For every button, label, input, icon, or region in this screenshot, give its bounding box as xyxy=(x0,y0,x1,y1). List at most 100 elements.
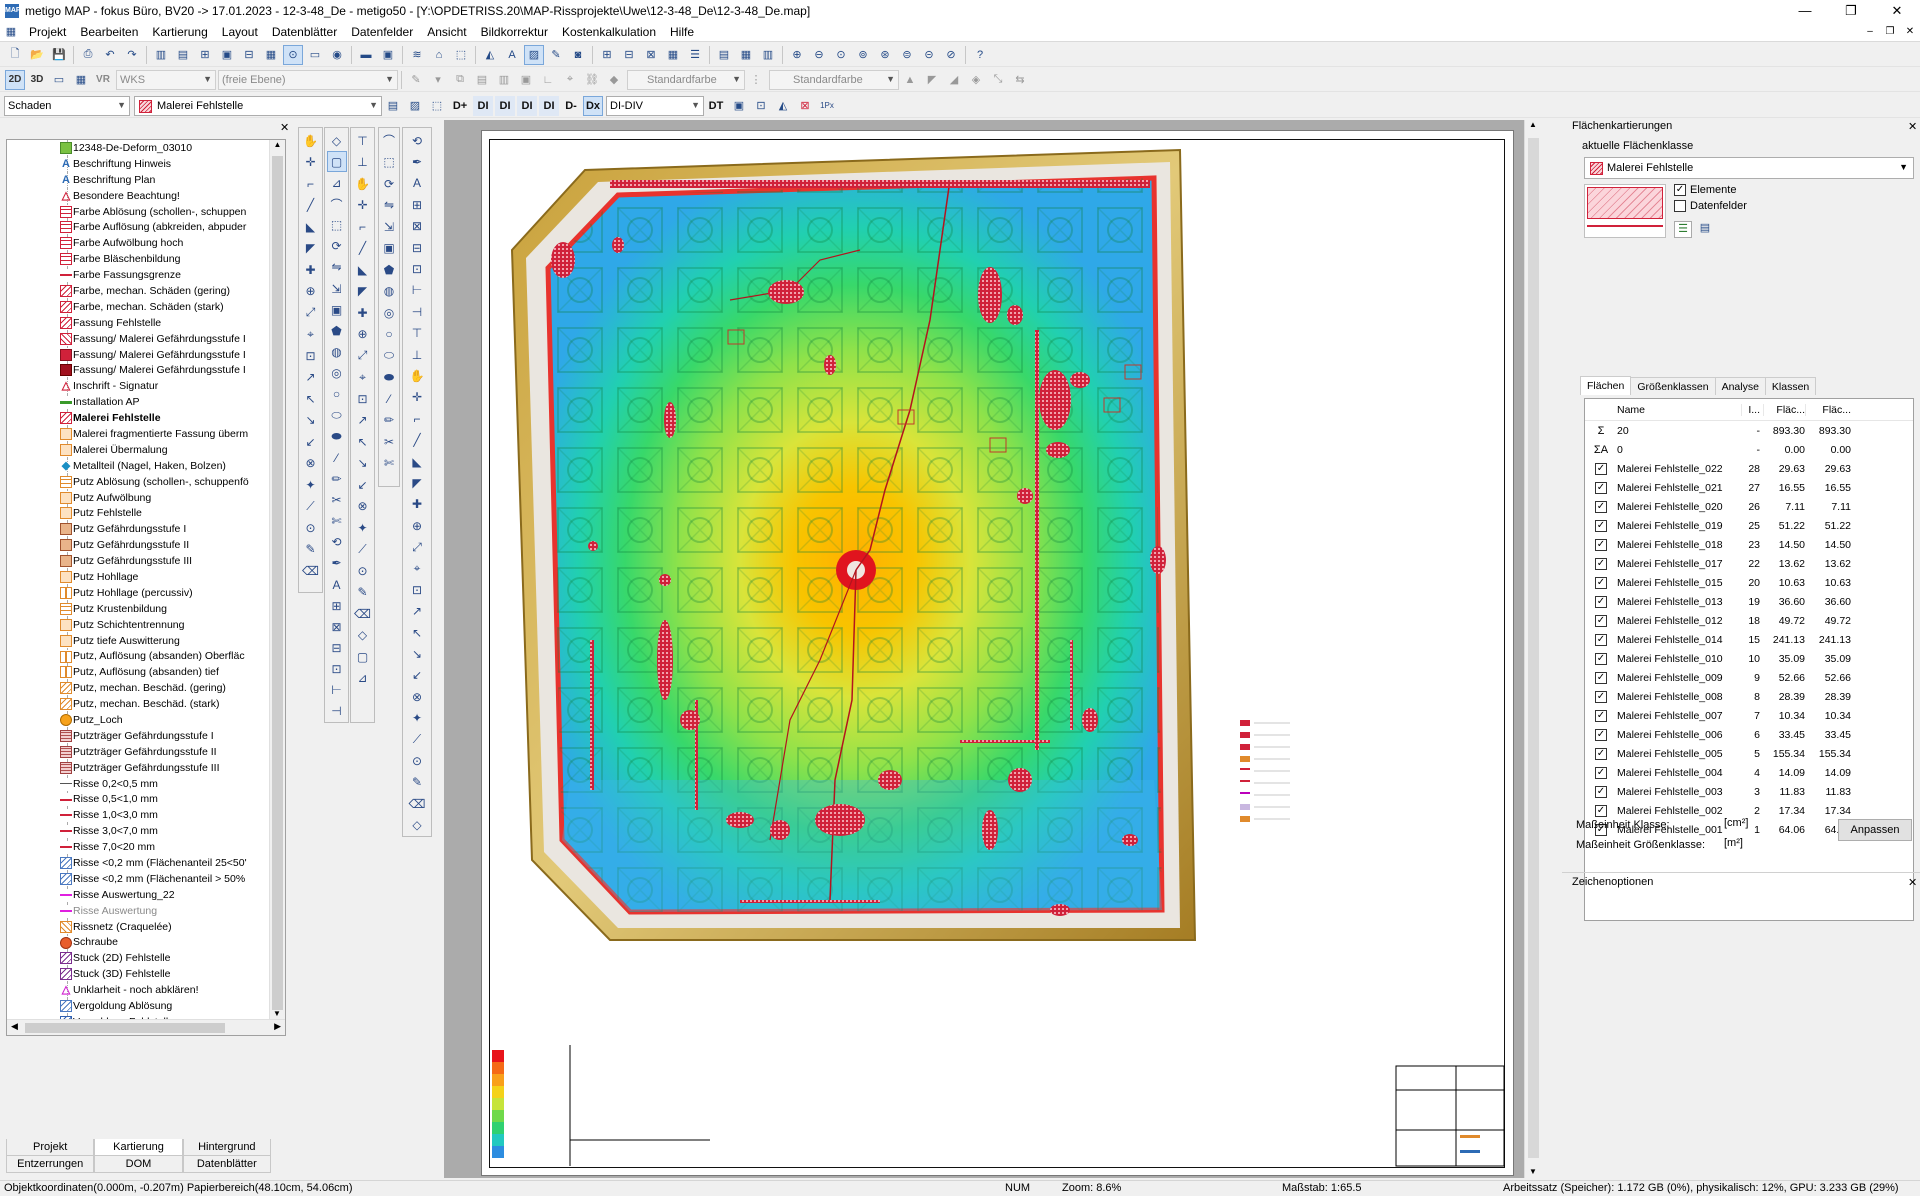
tree-item[interactable]: Putz, Auflösung (absanden) Oberfläc xyxy=(7,648,269,665)
scan-area-icon[interactable]: ⬚ xyxy=(379,152,399,174)
photo-tool-icon[interactable]: ▢ xyxy=(353,646,373,668)
row-checkbox[interactable]: ✓ xyxy=(1585,709,1617,722)
scroll-right-icon[interactable]: ▶ xyxy=(274,1021,281,1032)
col-area2-header[interactable]: Fläc... xyxy=(1805,403,1851,416)
calculator-icon[interactable]: ▤ xyxy=(714,45,734,65)
menu-kartierung[interactable]: Kartierung xyxy=(145,25,214,39)
camera-icon[interactable]: ◙ xyxy=(568,45,588,65)
tree-item[interactable]: Risse 3,0<7,0 mm xyxy=(7,823,269,840)
tree-item[interactable]: Vergoldung Ablösung xyxy=(7,998,269,1014)
node-fix-icon[interactable]: ⊣ xyxy=(327,701,347,722)
table-row[interactable]: ✓ Malerei Fehlstelle_022 28 29.63 29.63 xyxy=(1585,459,1913,478)
grid-icon[interactable]: ▦ xyxy=(663,45,683,65)
tree-item[interactable]: Farbe Fassungsgrenze xyxy=(7,267,269,284)
pen-tool-icon[interactable]: ↘ xyxy=(353,453,373,475)
node-close-icon[interactable]: ⊟ xyxy=(327,637,347,658)
print-icon[interactable]: ⎙ xyxy=(78,45,98,65)
zoom-area-icon[interactable]: ⊞ xyxy=(407,194,427,215)
di-button-3[interactable]: DI xyxy=(517,95,537,116)
bezier-icon[interactable]: ✛ xyxy=(353,195,373,217)
view-2d-button[interactable]: 2D xyxy=(5,69,25,90)
table-row[interactable]: ✓ Malerei Fehlstelle_009 9 52.66 52.66 xyxy=(1585,668,1913,687)
tree-item[interactable]: Putzträger Gefährdungsstufe I xyxy=(7,727,269,744)
rect-shape-icon[interactable]: ╱ xyxy=(353,238,373,260)
row-checkbox[interactable]: ✓ xyxy=(1585,557,1617,570)
col-i-header[interactable]: I... xyxy=(1741,403,1763,416)
node-delete-icon[interactable]: ↙ xyxy=(301,431,321,453)
node-insert-icon[interactable]: ⁄ xyxy=(327,447,347,468)
layer-a-icon[interactable]: ⊣ xyxy=(407,301,427,322)
tree-item[interactable]: ◆ Metallteil (Nagel, Haken, Bolzen) xyxy=(7,457,269,474)
table-row[interactable]: ✓ Malerei Fehlstelle_021 27 16.55 16.55 xyxy=(1585,478,1913,497)
dim-tool-icon[interactable]: ✦ xyxy=(353,517,373,539)
tree-item[interactable]: A Beschriftung Hinweis xyxy=(7,155,269,172)
color1-select[interactable]: Standardfarbe ▼ xyxy=(627,69,745,90)
tree-item[interactable]: Stuck (3D) Fehlstelle xyxy=(7,966,269,983)
tree-item[interactable]: Malerei Fehlstelle xyxy=(7,410,269,427)
text-tool-icon[interactable]: ↙ xyxy=(353,474,373,496)
close-button[interactable]: ✕ xyxy=(1874,0,1920,22)
layer-tool-icon[interactable]: ✎ xyxy=(406,70,426,90)
row-checkbox[interactable]: ✓ xyxy=(1585,481,1617,494)
curve-path-icon[interactable]: ✋ xyxy=(353,173,373,195)
zoom-in-icon[interactable]: ⊕ xyxy=(787,45,807,65)
layers-button-icon[interactable]: ☰ xyxy=(1674,221,1692,238)
elements-checkbox[interactable]: ✓ Elemente xyxy=(1674,184,1736,197)
move-up-icon[interactable]: ○ xyxy=(327,384,347,405)
tree-item[interactable]: A Beschriftung Plan xyxy=(7,171,269,188)
table-row[interactable]: ✓ Malerei Fehlstelle_015 20 10.63 10.63 xyxy=(1585,573,1913,592)
move-icon[interactable]: ⬚ xyxy=(327,215,347,236)
current-class-select[interactable]: Malerei Fehlstelle ▼ xyxy=(1584,157,1914,179)
table-row[interactable]: ✓ Malerei Fehlstelle_020 26 7.11 7.11 xyxy=(1585,497,1913,516)
pin4-icon[interactable]: ⬬ xyxy=(327,426,347,447)
tree-item[interactable]: Fassung/ Malerei Gefährdungsstufe I xyxy=(7,362,269,379)
tree-item[interactable]: Putz Krustenbildung xyxy=(7,600,269,617)
tree-item[interactable]: Putzträger Gefährdungsstufe II xyxy=(7,743,269,760)
split-view-icon[interactable]: ▭ xyxy=(49,70,69,90)
row-checkbox[interactable]: ✓ xyxy=(1585,785,1617,798)
tree-vertical-scrollbar[interactable]: ▲ ▼ xyxy=(269,140,285,1019)
rect-blue-icon[interactable]: ▬ xyxy=(356,45,376,65)
save-icon[interactable]: 💾 xyxy=(49,45,69,65)
tree-item[interactable]: Farbe Aufwölbung hoch xyxy=(7,235,269,252)
layer-toggle-2-icon[interactable]: ▤ xyxy=(173,45,193,65)
redo-icon[interactable]: ↷ xyxy=(122,45,142,65)
col-area1-header[interactable]: Fläc... xyxy=(1763,403,1805,416)
rotate-icon[interactable]: ⟳ xyxy=(327,236,347,257)
stamp-tool-icon[interactable]: ◇ xyxy=(353,625,373,647)
copy-icon[interactable]: ⧉ xyxy=(450,70,470,90)
font-icon[interactable]: A xyxy=(502,45,522,65)
scan-layers-icon[interactable]: ○ xyxy=(379,324,399,346)
row-checkbox[interactable]: ✓ xyxy=(1585,671,1617,684)
grid-view-icon[interactable]: ▦ xyxy=(71,70,91,90)
row-checkbox[interactable]: ✓ xyxy=(1585,576,1617,589)
scale-icon[interactable]: ⇲ xyxy=(327,278,347,299)
workarea-scroll-down-icon[interactable]: ▼ xyxy=(1529,1167,1537,1176)
mdi-restore-icon[interactable]: ❐ xyxy=(1880,26,1900,37)
table-row[interactable]: ✓ Malerei Fehlstelle_008 8 28.39 28.39 xyxy=(1585,687,1913,706)
tree-item[interactable]: Installation AP xyxy=(7,394,269,411)
node-cut-icon[interactable]: ✄ xyxy=(327,511,347,532)
abs-mid-icon[interactable]: ↙ xyxy=(407,665,427,686)
tree-item[interactable]: Putz tiefe Auswitterung xyxy=(7,632,269,649)
eraser-icon[interactable]: ⌫ xyxy=(301,560,321,582)
tab-flaechen[interactable]: Flächen xyxy=(1580,376,1632,395)
abs-arc-icon[interactable]: ⟋ xyxy=(407,729,427,750)
pin-tool-icon[interactable]: ⊿ xyxy=(353,668,373,690)
tree-item[interactable]: 12348-De-Deform_03010 xyxy=(7,140,269,156)
lock-icon[interactable]: ▥ xyxy=(494,70,514,90)
menu-hilfe[interactable]: Hilfe xyxy=(663,25,701,39)
di-mode-select[interactable]: DI-DIV ▼ xyxy=(606,95,704,116)
mirror-icon[interactable]: ⇋ xyxy=(327,257,347,278)
node-cross3-icon[interactable]: ⊠ xyxy=(327,616,347,637)
row-checkbox[interactable]: ✓ xyxy=(1585,500,1617,513)
table-row[interactable]: ✓ Malerei Fehlstelle_002 2 17.34 17.34 xyxy=(1585,801,1913,820)
chart-icon[interactable]: ▥ xyxy=(758,45,778,65)
tree-item[interactable]: Putz Gefährdungsstufe III xyxy=(7,553,269,570)
vertex-icon[interactable]: ✦ xyxy=(301,474,321,496)
plus-cursor-icon[interactable]: ◇ xyxy=(327,130,347,151)
auto-mode-icon[interactable]: ⌒ xyxy=(379,130,399,152)
paste-icon[interactable]: ▤ xyxy=(472,70,492,90)
table-row[interactable]: ✓ Malerei Fehlstelle_013 19 36.60 36.60 xyxy=(1585,592,1913,611)
tree-item[interactable]: Farbe Bläschenbildung xyxy=(7,251,269,268)
